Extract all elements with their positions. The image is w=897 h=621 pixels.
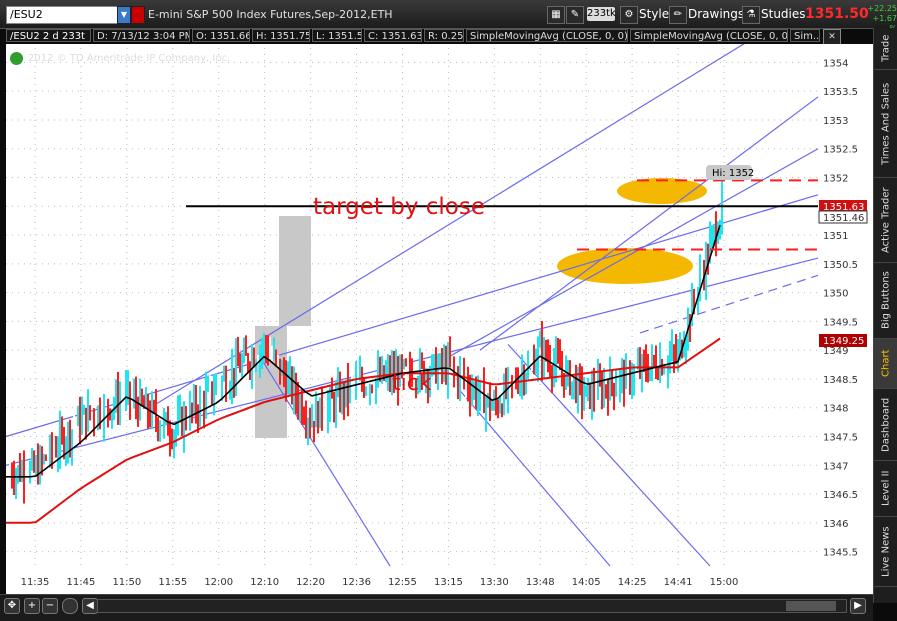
x-axis-tick-label: 12:10 (250, 577, 279, 588)
crosshair-icon[interactable]: ✥ (4, 598, 20, 614)
x-axis-tick-label: 12:36 (342, 577, 371, 588)
symbol-description: E-mini S&P 500 Index Futures,Sep-2012,ET… (148, 8, 393, 21)
y-axis-tick-label: 1352.5 (823, 145, 858, 156)
y-axis-tick-label: 1350 (823, 289, 848, 300)
wrench-icon[interactable]: ✎ (566, 6, 584, 24)
info-sma-3[interactable]: Sim... (790, 29, 820, 42)
copyright-text: 2012 © TD Ameritrade IP Company, Inc. (28, 53, 231, 64)
tab-level-ii[interactable]: Level II (874, 461, 897, 517)
info-sma-2[interactable]: SimpleMovingAvg (CLOSE, 0, 0) (630, 29, 788, 42)
y-axis-tick-label: 1351 (823, 231, 848, 242)
x-axis-tick-label: 12:00 (204, 577, 233, 588)
zoom-out-icon[interactable]: − (42, 598, 58, 614)
drawings-button[interactable]: Drawings (688, 6, 744, 22)
y-axis-tick-label: 1349 (823, 346, 848, 357)
style-button[interactable]: Style (639, 6, 669, 22)
x-axis-tick-label: 14:41 (664, 577, 693, 588)
x-axis-tick-label: 14:05 (572, 577, 601, 588)
y-axis-tick-label: 1348.5 (823, 375, 858, 386)
info-sma-1[interactable]: SimpleMovingAvg (CLOSE, 0, 0) (466, 29, 628, 42)
y-axis-tick-label: 1349.5 (823, 317, 858, 328)
y-axis-tick-label: 1353 (823, 116, 848, 127)
change-points: +22.25 (867, 4, 897, 13)
gray-block-upper (279, 216, 311, 326)
symbol-link-icon[interactable] (131, 6, 145, 24)
symbol-text: /ESU2 (10, 8, 43, 21)
price-box-ma-text: 1351.46 (823, 213, 864, 224)
y-axis-tick-label: 1352 (823, 174, 848, 185)
td-ameritrade-logo-icon (10, 52, 23, 65)
info-symbol: /ESU2 2 d 233t (6, 29, 91, 42)
info-date: D: 7/13/12 3:04 PM (93, 29, 190, 42)
x-axis-tick-label: 11:55 (158, 577, 187, 588)
studies-icon[interactable]: ⚗ (742, 6, 760, 24)
symbol-input[interactable]: /ESU2 (6, 6, 118, 24)
info-low: L: 1351.5 (312, 29, 362, 42)
tab-live-news[interactable]: Live News (874, 517, 897, 587)
tab-trade[interactable]: Trade (874, 28, 897, 70)
y-axis-tick-label: 1346.5 (823, 490, 858, 501)
tab-dashboard[interactable]: Dashboard (874, 389, 897, 461)
hi-marker-text: Hi: 1352 (712, 168, 754, 179)
y-axis-tick-label: 1345.5 (823, 548, 858, 559)
tab-active-trader[interactable]: Active Trader (874, 178, 897, 263)
last-price: 1351.50 (805, 6, 869, 22)
price-box-slow: 1349.25 (819, 334, 867, 347)
reset-zoom-icon[interactable] (62, 598, 78, 614)
y-axis-tick-label: 1354 (823, 58, 848, 69)
price-box-slow-text: 1349.25 (823, 336, 864, 347)
tick-annotation[interactable]: tick (392, 371, 432, 396)
y-axis-tick-label: 1348 (823, 404, 848, 415)
info-range: R: 0.25 (424, 29, 464, 42)
zoom-in-icon[interactable]: + (24, 598, 40, 614)
tab-big-buttons[interactable]: Big Buttons (874, 263, 897, 339)
style-icon[interactable]: ⚙ (620, 6, 638, 24)
scroll-left-icon[interactable]: ◀ (82, 598, 98, 614)
hi-marker: Hi: 1352 (706, 165, 754, 180)
x-axis-tick-label: 13:15 (434, 577, 463, 588)
y-axis-tick-label: 1350.5 (823, 260, 858, 271)
scrollbar-thumb[interactable] (786, 601, 836, 611)
target-annotation[interactable]: target by close (313, 194, 485, 220)
x-axis-tick-label: 13:48 (526, 577, 555, 588)
x-axis-tick-label: 13:30 (480, 577, 509, 588)
close-studies-button[interactable]: ✕ (823, 29, 841, 45)
aggregation-selector[interactable]: 233tk (587, 7, 616, 21)
x-axis-tick-label: 14:25 (618, 577, 647, 588)
chart-settings-icon[interactable]: ▦ (547, 6, 565, 24)
drawings-icon[interactable]: ✏ (669, 6, 687, 24)
price-box-ma: 1351.46 (818, 210, 868, 224)
x-axis-tick-label: 11:35 (21, 577, 50, 588)
tab-times-and-sales[interactable]: Times And Sales (874, 70, 897, 178)
price-chart[interactable]: 13541353.513531352.513521351.513511350.5… (0, 44, 873, 594)
x-axis-tick-label: 12:20 (296, 577, 325, 588)
highlight-ellipse-high (617, 178, 707, 204)
main-toolbar: /ESU2 ▼ E-mini S&P 500 Index Futures,Sep… (0, 0, 897, 33)
symbol-dropdown-button[interactable]: ▼ (117, 6, 131, 24)
y-axis-tick-label: 1353.5 (823, 87, 858, 98)
right-sidebar-tabs: Trade Times And Sales Active Trader Big … (873, 28, 897, 603)
y-axis-tick-label: 1347 (823, 461, 848, 472)
info-close: C: 1351.63 (364, 29, 422, 42)
bottom-bar: ✥ + − ◀ ▶ (0, 594, 873, 621)
x-axis-tick-label: 12:55 (388, 577, 417, 588)
scroll-right-icon[interactable]: ▶ (850, 598, 866, 614)
x-axis-tick-label: 11:45 (67, 577, 96, 588)
y-axis-tick-label: 1346 (823, 519, 848, 530)
studies-button[interactable]: Studies (761, 6, 806, 22)
x-axis-tick-label: 15:00 (710, 577, 739, 588)
horizontal-scrollbar[interactable] (97, 599, 847, 613)
info-high: H: 1351.75 (252, 29, 310, 42)
tab-chart[interactable]: Chart (874, 339, 897, 389)
y-axis-tick-label: 1347.5 (823, 433, 858, 444)
x-axis-tick-label: 11:50 (112, 577, 141, 588)
info-open: O: 1351.66 (192, 29, 250, 42)
